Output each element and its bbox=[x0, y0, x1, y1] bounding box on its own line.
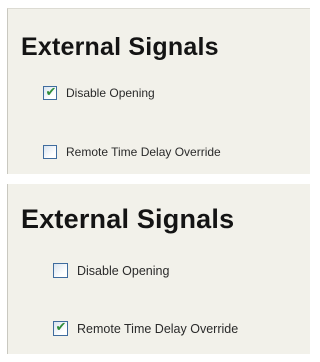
screenshot-canvas: External Signals ✔ Disable Opening ✔ Rem… bbox=[0, 0, 317, 362]
remote-time-delay-override-checkbox[interactable]: ✔ Remote Time Delay Override bbox=[53, 320, 239, 336]
external-signals-panel-2: External Signals ✔ Disable Opening ✔ Rem… bbox=[7, 184, 310, 354]
checkmark-icon: ✔ bbox=[55, 320, 67, 335]
disable-opening-checkbox[interactable]: ✔ Disable Opening bbox=[53, 263, 169, 278]
checkbox-box[interactable]: ✔ bbox=[43, 85, 57, 100]
disable-opening-checkbox[interactable]: ✔ Disable Opening bbox=[43, 85, 155, 100]
checkbox-label: Remote Time Delay Override bbox=[77, 321, 239, 336]
checkbox-box[interactable]: ✔ bbox=[43, 145, 57, 159]
checkbox-label: Disable Opening bbox=[77, 263, 170, 278]
remote-time-delay-override-checkbox[interactable]: ✔ Remote Time Delay Override bbox=[43, 145, 221, 159]
checkbox-label: Disable Opening bbox=[66, 86, 155, 100]
checkbox-box[interactable]: ✔ bbox=[53, 320, 68, 336]
panel-title: External Signals bbox=[21, 204, 235, 234]
panel-title: External Signals bbox=[21, 33, 219, 61]
external-signals-panel-1: External Signals ✔ Disable Opening ✔ Rem… bbox=[7, 8, 310, 174]
checkbox-box[interactable]: ✔ bbox=[53, 263, 68, 278]
checkbox-label: Remote Time Delay Override bbox=[66, 145, 221, 159]
checkmark-icon: ✔ bbox=[45, 85, 57, 100]
